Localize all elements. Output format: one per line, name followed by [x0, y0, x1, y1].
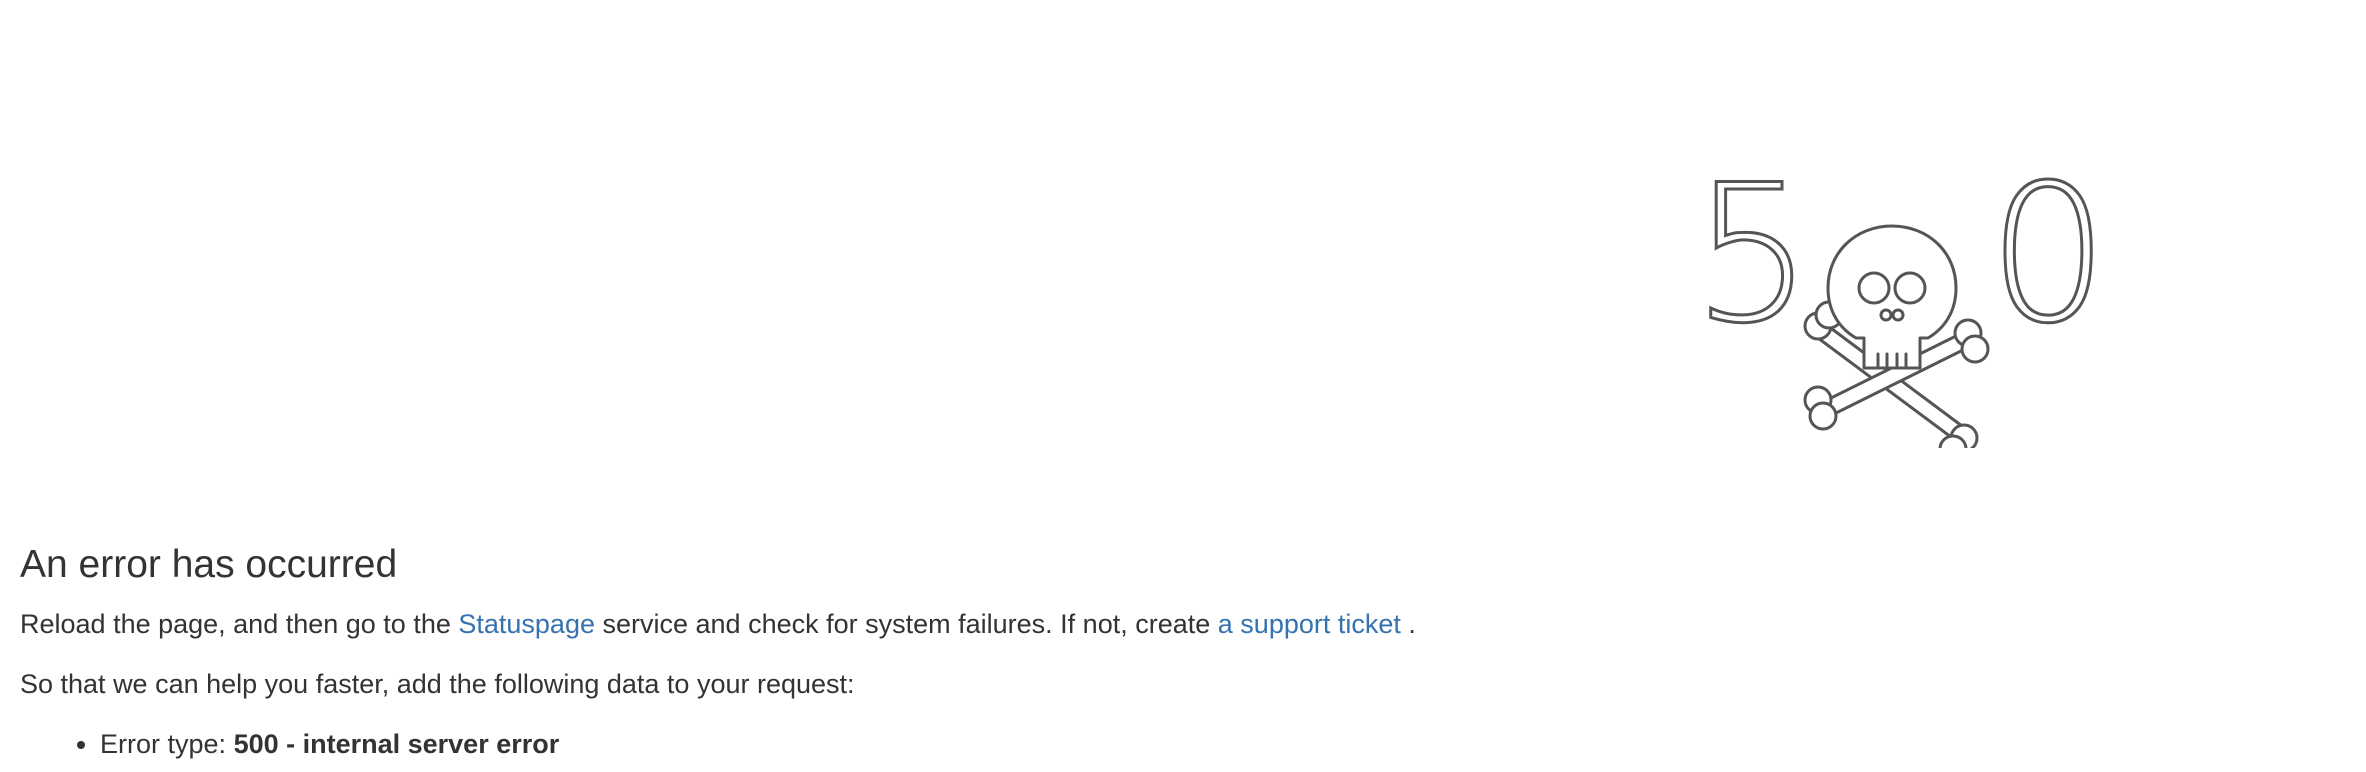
error-type-value: 500 - internal server error [233, 729, 560, 759]
skull-crossbones-icon [1803, 224, 1990, 448]
reload-instructions: Reload the page, and then go to the Stat… [20, 604, 1620, 644]
statuspage-link[interactable]: Statuspage [458, 609, 595, 639]
service-text: service and check for system failures. I… [602, 609, 1211, 639]
error-title: An error has occurred [20, 543, 398, 586]
period-text: . [1408, 609, 1416, 639]
error-digit-0: 0 [1988, 168, 2109, 365]
error-type-item: Error type: 500 - internal server error [100, 724, 1620, 764]
help-text: So that we can help you faster, add the … [20, 669, 855, 699]
reload-text: Reload the page, and then go to the [20, 609, 451, 639]
error-type-label: Error type: [100, 729, 227, 759]
skull-eye-left [1857, 271, 1891, 305]
error-page: 5 0 An error has occurred Reload the pag… [0, 0, 2366, 772]
error-500-illustration: 5 0 [1692, 168, 2110, 448]
error-details-list: Error type: 500 - internal server error [20, 724, 1620, 764]
skull-eye-right [1893, 271, 1927, 305]
error-content: An error has occurred Reload the page, a… [20, 540, 1620, 764]
support-ticket-link[interactable]: a support ticket [1218, 609, 1401, 639]
error-digit-5: 5 [1692, 168, 1813, 365]
